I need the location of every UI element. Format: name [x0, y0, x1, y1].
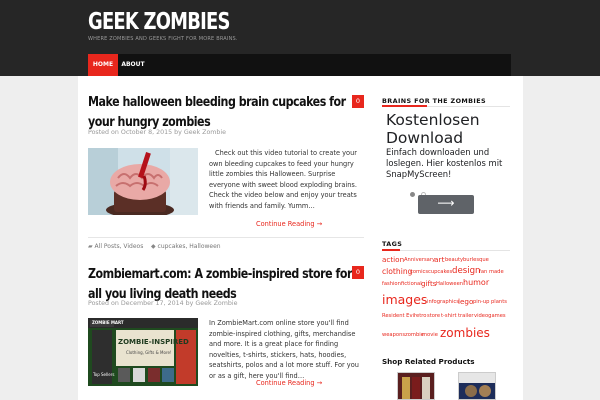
- widget-title-brains: BRAINS FOR THE ZOMBIES: [382, 97, 486, 105]
- widget-title-tags: TAGS: [382, 240, 403, 248]
- tag-icon: ◆: [150, 243, 156, 250]
- thumb-subtitle: Clothing, Gifts & More!: [126, 350, 172, 355]
- widget-accent-bar: [382, 105, 427, 107]
- thumb-brand: ZOMBIE MART: [92, 320, 124, 325]
- post-meta: Posted on December 17, 2014 by Geek Zomb…: [88, 300, 238, 307]
- tag-link[interactable]: cupcakes: [428, 269, 452, 275]
- post-title[interactable]: Zombiemart.com: A zombie-inspired store …: [88, 264, 364, 304]
- post-thumbnail[interactable]: ZOMBIE MART ZOMBIE-INSPIRED Clothing, Gi…: [88, 318, 198, 386]
- carousel-dot[interactable]: [410, 192, 415, 197]
- tag-link[interactable]: gifts: [421, 280, 437, 287]
- product-image: [459, 373, 495, 397]
- continue-reading-link[interactable]: Continue Reading →: [256, 379, 322, 387]
- folder-icon: ▰: [88, 243, 93, 250]
- continue-reading-link[interactable]: Continue Reading →: [256, 220, 322, 228]
- tag-link[interactable]: humor: [463, 279, 489, 287]
- tag-link[interactable]: Anniversary: [404, 257, 435, 263]
- tag-link[interactable]: burlesque: [463, 257, 489, 263]
- post-thumbnail[interactable]: [88, 148, 198, 215]
- tag-link[interactable]: zombies: [440, 327, 490, 339]
- shop-related-title: Shop Related Products: [382, 357, 475, 366]
- widget-divider: [382, 250, 510, 251]
- tag-link[interactable]: weapons: [382, 332, 405, 338]
- ad-banner[interactable]: Kostenlosen Download Einfach downloaden …: [382, 108, 510, 220]
- nav-item-about[interactable]: ABOUT: [118, 54, 148, 76]
- tag-link[interactable]: fan made: [479, 269, 504, 275]
- post-excerpt: Check out this video tutorial to create …: [209, 149, 357, 210]
- tag-link[interactable]: infographics: [427, 299, 459, 305]
- site-header: GEEK ZOMBIES WHERE ZOMBIES AND GEEKS FIG…: [0, 0, 600, 76]
- tag-link[interactable]: Halloween: [436, 281, 463, 287]
- product-thumbnail[interactable]: [458, 372, 496, 400]
- tag-link[interactable]: comics: [410, 269, 428, 275]
- post-footer: ▰ All Posts, Videos ◆ cupcakes, Hallowee…: [88, 237, 364, 253]
- post-excerpt: In ZombieMart.com online store you'll fi…: [209, 319, 359, 380]
- widget-accent-bar: [382, 249, 400, 251]
- main-nav: HOME ABOUT: [88, 54, 511, 76]
- tag-link[interactable]: movie: [422, 332, 438, 338]
- comment-count-badge[interactable]: 0: [352, 266, 364, 279]
- post-categories[interactable]: All Posts, Videos: [95, 243, 144, 250]
- post-title[interactable]: Make halloween bleeding brain cupcakes f…: [88, 92, 364, 132]
- tag-link[interactable]: plants: [491, 299, 507, 305]
- ad-headline[interactable]: Kostenlosen Download: [386, 111, 506, 147]
- thumb-headline: ZOMBIE-INSPIRED: [118, 338, 189, 346]
- comment-count-badge[interactable]: 0: [352, 95, 364, 108]
- tag-link[interactable]: design: [452, 267, 481, 276]
- tag-link[interactable]: action: [382, 256, 404, 263]
- arrow-right-icon: ⟶: [437, 196, 455, 210]
- nav-item-home[interactable]: HOME: [88, 54, 118, 76]
- tag-link[interactable]: lego: [458, 298, 473, 305]
- post-tags[interactable]: cupcakes, Halloween: [158, 243, 221, 250]
- site-tagline: WHERE ZOMBIES AND GEEKS FIGHT FOR MORE B…: [88, 36, 238, 42]
- tag-link[interactable]: beauty: [445, 257, 463, 263]
- tag-link[interactable]: trailer: [458, 313, 474, 319]
- product-image: [402, 377, 430, 399]
- tag-link[interactable]: pin-up: [473, 299, 489, 305]
- post-meta: Posted on October 8, 2015 by Geek Zombie: [88, 129, 227, 136]
- ad-next-button[interactable]: ⟶: [418, 195, 474, 214]
- product-thumbnail[interactable]: [397, 372, 435, 400]
- tag-link[interactable]: art: [434, 256, 444, 264]
- tag-link[interactable]: Resident Evil: [382, 313, 415, 319]
- site-title[interactable]: GEEK ZOMBIES: [88, 9, 230, 35]
- tag-link[interactable]: fashion: [382, 281, 401, 287]
- tag-link[interactable]: t-shirt: [441, 313, 457, 319]
- thumb-side-label: Top Sellers: [93, 372, 115, 377]
- tag-link[interactable]: videogames: [474, 313, 506, 319]
- tag-link[interactable]: store: [427, 313, 440, 319]
- tag-link[interactable]: images: [382, 293, 427, 307]
- tag-link[interactable]: retro: [414, 313, 426, 319]
- ad-body: Einfach downloaden und loslegen. Hier ko…: [386, 147, 503, 179]
- cupcake-image: [88, 148, 198, 215]
- tag-link[interactable]: fictional: [401, 281, 422, 287]
- tag-link[interactable]: clothing: [382, 268, 412, 276]
